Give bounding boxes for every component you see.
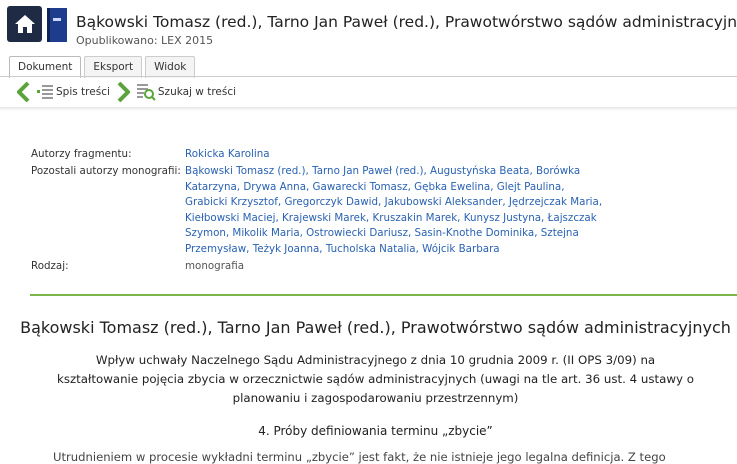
document-title: Bąkowski Tomasz (red.), Tarno Jan Paweł … <box>20 318 731 337</box>
body-paragraph: Utrudnieniem w procesie wykładni terminu… <box>53 450 666 464</box>
tab-divider <box>0 76 737 77</box>
home-button[interactable] <box>7 6 42 42</box>
fragment-authors-label: Autorzy fragmentu: <box>31 148 132 160</box>
section-heading: 4. Próby definiowania terminu „zbycie” <box>258 424 493 438</box>
tab-dokument[interactable]: Dokument <box>9 56 82 78</box>
toolbar-shadow <box>0 107 737 111</box>
section-divider <box>30 294 737 296</box>
book-icon <box>47 8 67 42</box>
other-authors-links[interactable]: Bąkowski Tomasz (red.), Tarno Jan Paweł … <box>185 164 605 258</box>
fragment-authors-link[interactable]: Rokicka Karolina <box>185 147 605 163</box>
document-subtitle: Wpływ uchwały Naczelnego Sądu Administra… <box>56 353 694 405</box>
toolbar: Spis treści Szukaj w treści <box>0 78 737 106</box>
toc-label: Spis treści <box>56 86 110 98</box>
arrow-left-icon[interactable] <box>17 82 31 102</box>
arrow-right-icon[interactable] <box>116 82 130 102</box>
document-content: Autorzy fragmentu: Rokicka Karolina Pozo… <box>14 114 737 464</box>
search-in-content-label: Szukaj w treści <box>157 86 237 98</box>
published-info: Opublikowano: LEX 2015 <box>76 34 214 47</box>
document-header-title: Bąkowski Tomasz (red.), Tarno Jan Paweł … <box>76 13 737 31</box>
search-in-content-button[interactable]: Szukaj w treści <box>136 83 236 101</box>
home-icon <box>14 15 35 33</box>
type-label: Rodzaj: <box>31 260 69 272</box>
tab-widok[interactable]: Widok <box>145 56 196 78</box>
header-bar: Bąkowski Tomasz (red.), Tarno Jan Paweł … <box>0 0 737 52</box>
search-document-icon <box>136 84 156 101</box>
tab-bar: Dokument Eksport Widok <box>9 56 196 78</box>
toc-button[interactable]: Spis treści <box>36 84 110 100</box>
type-value: monografia <box>185 260 245 272</box>
toc-icon <box>37 85 53 99</box>
other-authors-label: Pozostali autorzy monografii: <box>31 165 181 177</box>
tab-eksport[interactable]: Eksport <box>84 56 143 78</box>
